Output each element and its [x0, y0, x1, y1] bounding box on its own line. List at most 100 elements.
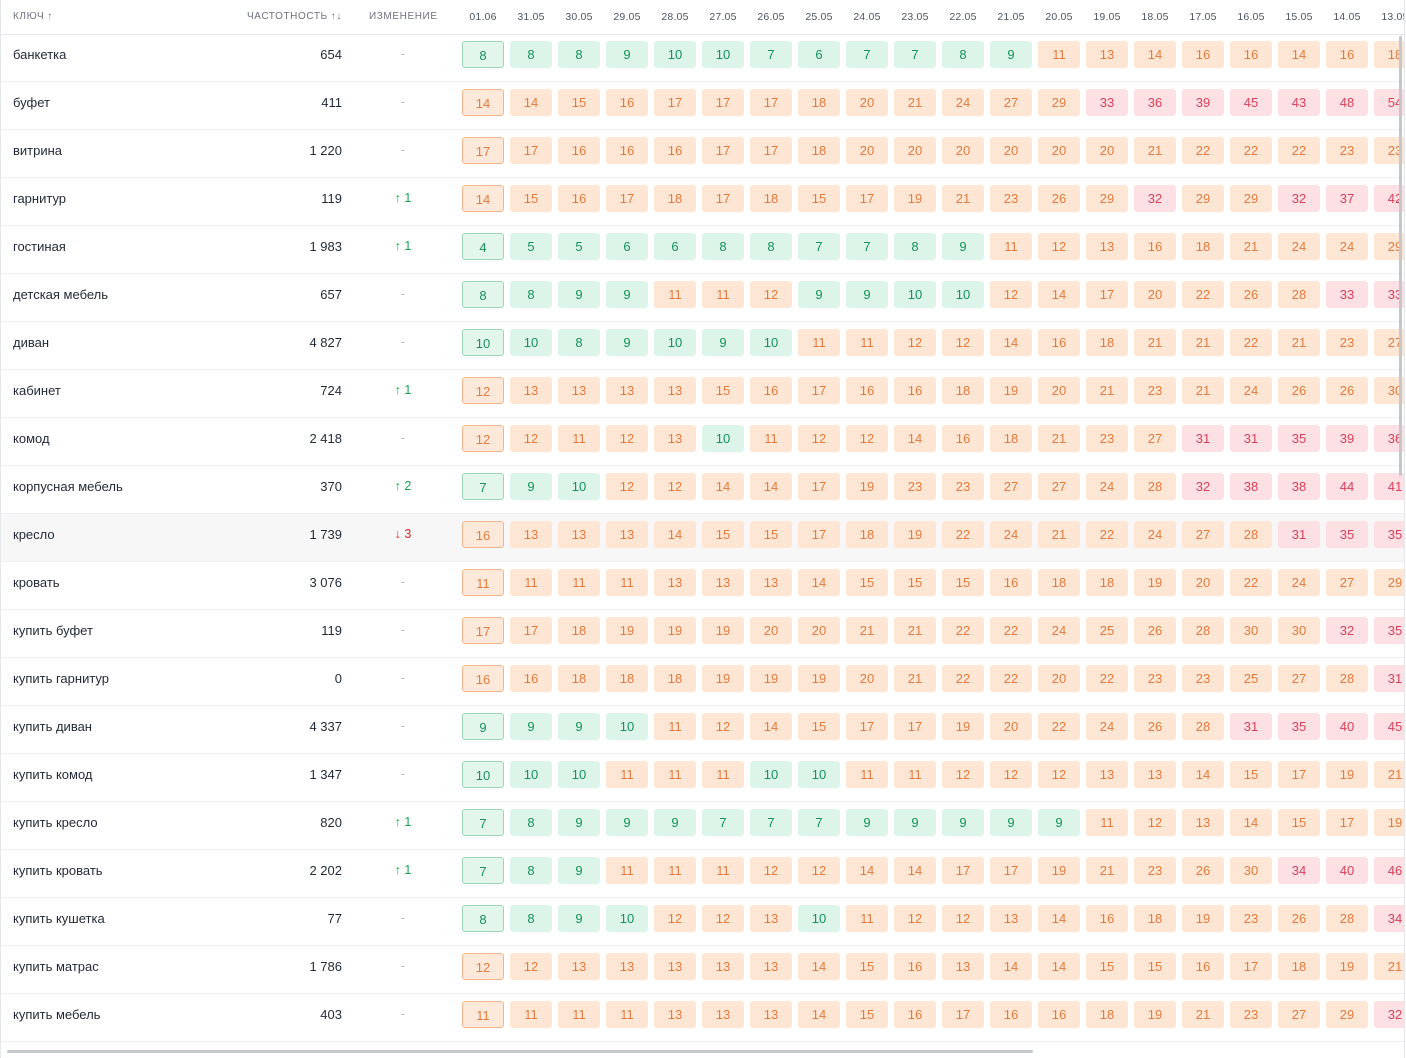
position-badge: 14 [990, 329, 1032, 356]
keyword-cell: гостиная [13, 239, 66, 254]
vertical-scrollbar[interactable] [1399, 36, 1402, 476]
current-position-badge: 12 [462, 377, 504, 404]
table-row[interactable]: кресло 1 739 ↓ 3 16 13 13 13 14 15 15 17 18 19 22 24 21… [1, 514, 1404, 562]
table-row[interactable]: купить кровать 2 202 ↑ 1 7 8 9 11 11 11 12 12 14 14 1… [1, 850, 1404, 898]
position-badge: 20 [846, 665, 888, 692]
table-row[interactable]: гостиная 1 983 ↑ 1 4 5 5 6 6 8 8 7 7 8 9 11 12 13 16 18 21 2… [1, 226, 1404, 274]
table-row[interactable]: купить диван 4 337-9 9 9 10 11 12 14 15 17 17 19 20 2… [1, 706, 1404, 754]
position-badge: 27 [1278, 1001, 1320, 1028]
position-badge: 19 [606, 617, 648, 644]
table-row[interactable]: детская мебель 657-8 8 9 9 11 11 12 9 9 10 10 12 14 17… [1, 274, 1404, 322]
position-badge: 20 [942, 137, 984, 164]
frequency-cell: 411 [321, 95, 342, 110]
table-row[interactable]: банкетка 654-8 8 8 9 10 10 7 6 7 7 8 9 11 13 14 16 16 14 16… [1, 34, 1404, 82]
position-badge: 11 [1038, 41, 1080, 68]
position-badge: 18 [558, 617, 600, 644]
keyword-cell: кресло [13, 527, 55, 542]
table-row[interactable]: витрина 1 220-17 17 16 16 16 17 17 18 20 20 20 20 20 2… [1, 130, 1404, 178]
position-badge: 14 [702, 473, 744, 500]
horizontal-scrollbar[interactable] [7, 1050, 1033, 1053]
position-badge: 22 [1230, 137, 1272, 164]
position-badge: 10 [510, 761, 552, 788]
position-badge: 17 [1278, 761, 1320, 788]
table-row[interactable]: буфет 411-14 14 15 16 17 17 17 18 20 21 24 27 29 33 36 3… [1, 82, 1404, 130]
position-badge: 15 [1230, 761, 1272, 788]
position-badge: 14 [894, 857, 936, 884]
table-row[interactable]: купить гарнитур 0-16 16 18 18 18 19 19 19 20 21 22 2… [1, 658, 1404, 706]
sort-toggle-icon[interactable]: ↑↓ [331, 11, 342, 22]
position-badge: 11 [654, 761, 696, 788]
position-badge: 17 [846, 713, 888, 740]
position-badge: 18 [1038, 569, 1080, 596]
position-badge: 19 [1182, 905, 1224, 932]
position-badge: 8 [510, 281, 552, 308]
column-header-frequency[interactable]: частотность ↑↓ [247, 0, 342, 34]
position-badge: 17 [510, 617, 552, 644]
table-row[interactable]: корпусная мебель 370 ↑ 2 7 9 10 12 12 14 14 17 19 23… [1, 466, 1404, 514]
position-badge: 40 [1326, 713, 1368, 740]
position-badge: 29 [1374, 569, 1404, 596]
table-row[interactable]: гарнитур 119 ↑ 1 14 15 16 17 18 17 18 15 17 19 21 23 26… [1, 178, 1404, 226]
keyword-cell: корпусная мебель [13, 479, 123, 494]
position-badge: 17 [990, 857, 1032, 884]
position-badge: 28 [1278, 281, 1320, 308]
position-badge: 25 [1230, 665, 1272, 692]
table-row[interactable]: диван 4 827-10 10 8 9 10 9 10 11 11 12 12 14 16 18 21 21… [1, 322, 1404, 370]
column-header-date: 19.05 [1093, 11, 1121, 23]
position-badge: 13 [654, 1001, 696, 1028]
table-row[interactable]: купить матрас 1 786-12 12 13 13 13 13 13 14 15 16 1… [1, 946, 1404, 994]
column-header-date: 21.05 [997, 11, 1025, 23]
position-badge: 19 [1134, 569, 1176, 596]
position-badge: 15 [750, 521, 792, 548]
position-badge: 18 [1086, 1001, 1128, 1028]
table-row[interactable]: кровать 3 076-11 11 11 11 13 13 13 14 15 15 15 16 18 1… [1, 562, 1404, 610]
table-row[interactable]: кабинет 724 ↑ 1 12 13 13 13 13 15 16 17 16 16 18 19 20 2… [1, 370, 1404, 418]
table-row[interactable]: купить буфет 119-17 17 18 19 19 19 20 20 21 21 22 22… [1, 610, 1404, 658]
current-position-badge: 4 [462, 233, 504, 260]
position-badge: 12 [750, 857, 792, 884]
position-badge: 9 [606, 329, 648, 356]
position-badge: 22 [942, 617, 984, 644]
position-badge: 9 [702, 329, 744, 356]
position-badge: 46 [1374, 857, 1404, 884]
keyword-cell: диван [13, 335, 50, 350]
position-badge: 12 [1038, 761, 1080, 788]
position-badge: 11 [654, 857, 696, 884]
table-row[interactable]: купить кушетка 77-8 8 9 10 12 12 13 10 11 12 12 13 14… [1, 898, 1404, 946]
position-badge: 19 [798, 665, 840, 692]
sort-asc-icon[interactable]: ↑ [47, 11, 53, 22]
position-badge: 11 [846, 905, 888, 932]
position-badge: 13 [750, 569, 792, 596]
position-badge: 45 [1230, 89, 1272, 116]
position-badge: 35 [1278, 713, 1320, 740]
table-row[interactable]: купить кресло 820 ↑ 1 7 8 9 9 9 7 7 7 9 9 9 9 9 11 12 13 14… [1, 802, 1404, 850]
table-row[interactable]: купить мебель 403-11 11 11 11 13 13 13 14 15 16 17 1… [1, 994, 1404, 1042]
position-badge: 10 [606, 905, 648, 932]
position-badge: 28 [1326, 905, 1368, 932]
table-row[interactable]: комод 2 418-12 12 11 12 13 10 11 12 12 14 16 18 21 23 2… [1, 418, 1404, 466]
position-badge: 7 [894, 41, 936, 68]
position-badge: 10 [702, 41, 744, 68]
change-cell: - [400, 47, 406, 61]
position-badge: 11 [846, 761, 888, 788]
position-badge: 16 [606, 89, 648, 116]
column-header-date: 30.05 [565, 11, 593, 23]
position-badge: 13 [702, 1001, 744, 1028]
position-badge: 17 [510, 137, 552, 164]
column-header-key[interactable]: ключ ↑ [13, 0, 53, 34]
frequency-cell: 77 [327, 911, 342, 926]
change-cell: - [400, 959, 406, 973]
position-badge: 23 [1134, 377, 1176, 404]
position-badge: 15 [846, 569, 888, 596]
table-row[interactable]: купить комод 1 347-10 10 10 11 11 11 10 10 11 11 12… [1, 754, 1404, 802]
position-badge: 22 [1230, 569, 1272, 596]
position-badge: 10 [702, 425, 744, 452]
keyword-cell: купить гарнитур [13, 671, 110, 686]
change-cell: - [400, 1007, 406, 1021]
position-badge: 27 [1134, 425, 1176, 452]
position-badge: 13 [654, 425, 696, 452]
current-position-badge: 10 [462, 761, 504, 788]
position-badge: 14 [1038, 953, 1080, 980]
position-badge: 29 [1038, 89, 1080, 116]
position-badge: 18 [558, 665, 600, 692]
